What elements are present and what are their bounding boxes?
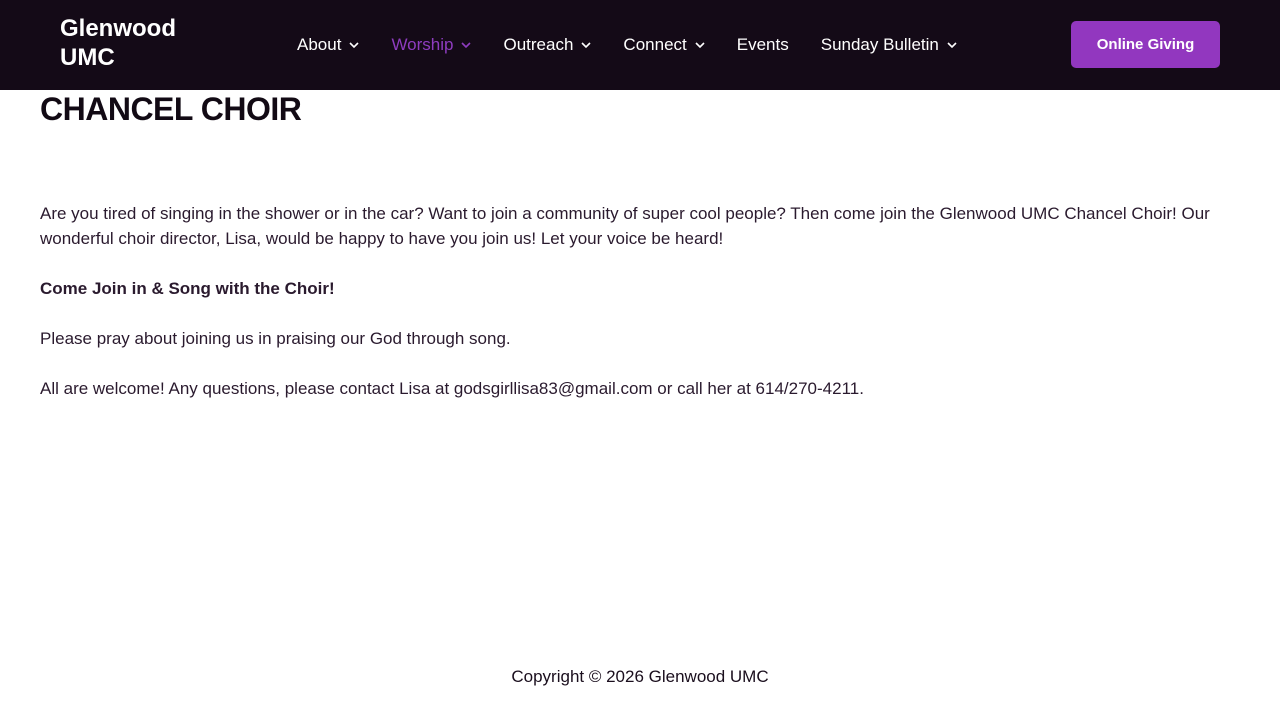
nav-item-sunday-bulletin[interactable]: Sunday Bulletin <box>821 35 957 55</box>
site-header: Glenwood UMC About Worship Outreach Conn… <box>0 0 1280 90</box>
nav-item-connect[interactable]: Connect <box>623 35 705 55</box>
nav-item-label: Connect <box>623 35 687 54</box>
nav-item-label: Outreach <box>503 35 574 54</box>
chevron-down-icon <box>947 40 957 50</box>
chevron-down-icon <box>349 40 360 50</box>
nav-item-label: Worship <box>391 35 454 54</box>
online-giving-button[interactable]: Online Giving <box>1071 21 1220 68</box>
contact-paragraph: All are welcome! Any questions, please c… <box>40 379 864 398</box>
main-nav: About Worship Outreach Connect Events Su… <box>297 0 957 90</box>
intro-paragraph: Are you tired of singing in the shower o… <box>40 204 1210 248</box>
nav-item-worship[interactable]: Worship <box>391 35 472 55</box>
prayer-paragraph: Please pray about joining us in praising… <box>40 329 511 348</box>
nav-item-events[interactable]: Events <box>737 35 789 55</box>
page-content: Are you tired of singing in the shower o… <box>40 201 1240 426</box>
chevron-down-icon <box>695 40 705 50</box>
copyright-text: Copyright © 2026 Glenwood UMC <box>511 667 769 686</box>
nav-item-outreach[interactable]: Outreach <box>503 35 591 55</box>
invite-heading: Come Join in & Song with the Choir! <box>40 279 335 298</box>
chevron-down-icon <box>461 40 472 50</box>
nav-item-about[interactable]: About <box>297 35 360 55</box>
chevron-down-icon <box>581 40 591 50</box>
nav-item-label: Sunday Bulletin <box>820 35 939 54</box>
site-footer: Copyright © 2026 Glenwood UMC <box>0 667 1280 687</box>
site-logo[interactable]: Glenwood UMC <box>60 14 210 72</box>
page-title: CHANCEL CHOIR <box>40 91 302 127</box>
nav-item-label: Events <box>736 35 789 54</box>
nav-item-label: About <box>297 35 342 54</box>
